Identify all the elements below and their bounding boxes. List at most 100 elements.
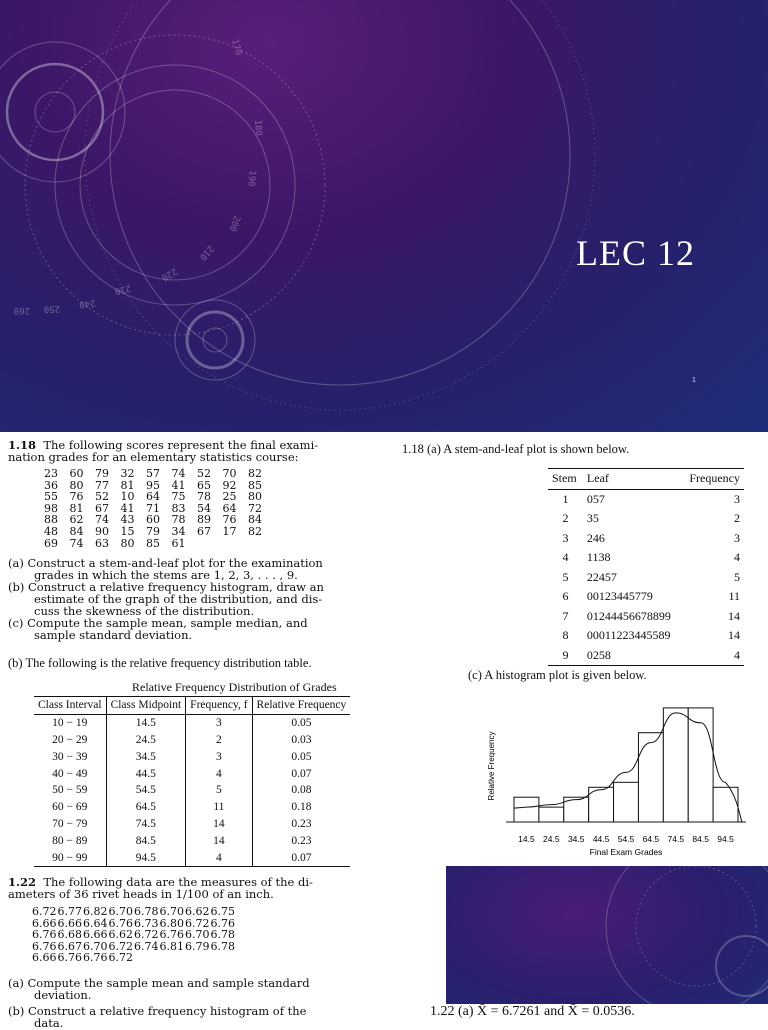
score-cell: 67 bbox=[197, 524, 211, 538]
score-cell: 90 bbox=[95, 524, 109, 538]
table-cell: 0.05 bbox=[291, 750, 312, 763]
table-cell: 70 − 79 bbox=[34, 815, 107, 833]
table-cell: 4 bbox=[185, 849, 253, 867]
answer-b-intro: (b) The following is the relative freque… bbox=[8, 656, 312, 670]
column-header: Stem bbox=[548, 468, 583, 490]
table-row: 4 1138 4 bbox=[548, 548, 744, 568]
table-row: 5 22457 5 bbox=[548, 568, 744, 588]
dial-label: 200 bbox=[227, 214, 242, 233]
x-axis-label: Final Exam Grades bbox=[590, 847, 663, 857]
histogram-chart: 14.5 24.5 34.5 44.5 54.5 64.5 74.5 84.5 94.5 Fina… bbox=[487, 707, 746, 857]
score-cell: 74 bbox=[171, 467, 186, 480]
answer-1-22: 1.22 (a) X̄ = 6.7261 and X̄ = 0.0536. bbox=[426, 1004, 768, 1028]
table-cell: 50 − 59 bbox=[34, 781, 107, 799]
histogram-bar bbox=[687, 707, 714, 823]
slide-background-strip bbox=[446, 866, 768, 1024]
frequency-cell: 3 bbox=[734, 491, 740, 506]
table-cell: 4 bbox=[185, 765, 253, 782]
table-cell: 24.5 bbox=[106, 731, 187, 749]
stem-and-leaf-table: Stem Leaf Frequency 1 057 3 2 35 2 3 246 3 4 1138 4… bbox=[548, 468, 744, 666]
table-cell: 60 − 69 bbox=[34, 798, 107, 816]
table-cell: 14.5 bbox=[106, 714, 187, 732]
table-row: 20 − 29 24.5 2 0.03 bbox=[34, 731, 350, 749]
table-row: 80 − 89 84.5 14 0.23 bbox=[34, 832, 350, 850]
table-row: 23 60 79 32 57 74 52 70 82 bbox=[44, 468, 274, 480]
stem-cell: 3 bbox=[562, 530, 569, 545]
column-header: Class Interval bbox=[34, 696, 107, 715]
score-cell: 82 bbox=[248, 467, 262, 480]
leaf-cell: 35 bbox=[586, 511, 599, 526]
dial-label: 260 bbox=[14, 305, 30, 315]
table-cell: 0.07 bbox=[252, 849, 351, 867]
leaf-cell: 00011223445589 bbox=[586, 628, 671, 643]
problem-1-18: 1.18 The following scores represent the … bbox=[8, 439, 393, 463]
score-cell: 61 bbox=[171, 536, 186, 550]
x-tick-label: 44.5 bbox=[593, 834, 610, 844]
column-header: Leaf bbox=[582, 468, 682, 490]
score-cell: 85 bbox=[146, 536, 160, 550]
table-cell: 0.05 bbox=[291, 717, 312, 730]
decorative-dials-graphic bbox=[605, 866, 768, 1017]
table-row: 70 − 79 74.5 14 0.23 bbox=[34, 815, 350, 833]
leaf-cell: 246 bbox=[586, 530, 605, 545]
histogram-bar bbox=[513, 796, 540, 823]
table-row: 50 − 59 54.5 5 0.08 bbox=[34, 781, 350, 799]
diameter-cell: 6.77 bbox=[57, 905, 83, 918]
score-cell: 79 bbox=[146, 524, 160, 538]
part-c-line: sample standard deviation. bbox=[34, 628, 193, 642]
x-tick-label: 64.5 bbox=[643, 834, 660, 844]
frequency-cell: 5 bbox=[734, 569, 740, 584]
frequency-cell: 4 bbox=[734, 550, 740, 565]
leaf-cell: 1138 bbox=[586, 550, 611, 565]
score-cell: 74 bbox=[69, 536, 84, 550]
stem-cell: 9 bbox=[548, 645, 583, 666]
table-cell: 5 bbox=[185, 781, 253, 799]
table-cell: 90 − 99 bbox=[34, 849, 107, 867]
diameter-cell: 6.62 bbox=[185, 905, 210, 918]
score-cell: 79 bbox=[95, 467, 109, 480]
part-b-line: data. bbox=[34, 1016, 64, 1030]
column-header: Relative Frequency bbox=[252, 696, 351, 715]
table-row: 30 − 39 34.5 3 0.05 bbox=[34, 748, 350, 766]
x-tick-label: 94.5 bbox=[717, 834, 734, 844]
table-row: 69 74 63 80 85 61 bbox=[44, 536, 274, 550]
part-a-line: deviation. bbox=[34, 988, 92, 1002]
table-row: 6.72 6.77 6.82 6.70 6.78 6.70 6.62 6.75 bbox=[32, 906, 236, 918]
column-header: Class Midpoint bbox=[106, 696, 187, 715]
y-axis-label: Relative Frequency bbox=[487, 732, 496, 801]
diameter-cell: 6.78 bbox=[134, 905, 159, 918]
dial-label: 180 bbox=[252, 119, 263, 136]
part-b-line: (b) Construct a relative frequency histo… bbox=[8, 1004, 307, 1018]
diameter-cell: 6.72 bbox=[108, 951, 134, 965]
table-cell: 94.5 bbox=[106, 849, 187, 867]
relative-frequency-table: Class Interval Class Midpoint Frequency,… bbox=[34, 696, 351, 867]
diameter-cell: 6.75 bbox=[210, 905, 236, 918]
table-row: 10 − 19 14.5 3 0.05 bbox=[34, 714, 350, 732]
table-cell: 14 bbox=[185, 815, 253, 833]
problem-1-22-parts: (a) Compute the sample mean and sample s… bbox=[8, 977, 428, 1029]
diameter-cell: 6.76 bbox=[57, 951, 83, 965]
column-header: Frequency, f bbox=[185, 696, 253, 715]
leaf-cell: 00123445779 bbox=[586, 589, 653, 604]
table-row: 1 057 3 bbox=[548, 489, 744, 509]
histogram-bar bbox=[712, 786, 739, 823]
table-row: 90 − 99 94.5 4 0.07 bbox=[34, 849, 351, 867]
histogram-bar bbox=[538, 806, 565, 823]
diameter-cell: 6.66 bbox=[32, 951, 57, 965]
table-cell: 3 bbox=[185, 748, 253, 766]
answer-c-intro: (c) A histogram plot is given below. bbox=[468, 668, 647, 682]
score-cell: 15 bbox=[120, 524, 135, 538]
table-cell: 40 − 49 bbox=[34, 765, 107, 782]
answer-a-intro: 1.18 (a) A stem-and-leaf plot is shown b… bbox=[402, 442, 630, 456]
dial-label: 230 bbox=[114, 282, 132, 296]
leaf-cell: 22457 bbox=[586, 569, 617, 584]
table-row: 40 − 49 44.5 4 0.07 bbox=[34, 765, 350, 782]
problem-statement: ameters of 36 rivet heads in 1/100 of an… bbox=[8, 887, 274, 901]
table-cell: 34.5 bbox=[106, 748, 187, 766]
problem-statement: nation grades for an elementary statisti… bbox=[8, 450, 299, 464]
diameter-cell: 6.70 bbox=[108, 905, 134, 918]
score-cell: 57 bbox=[146, 467, 160, 480]
table-row: 60 − 69 64.5 11 0.18 bbox=[34, 798, 350, 816]
scores-table: 23 60 79 32 57 74 52 70 82 36 80 77 81 95 41 65 92 85 55 76… bbox=[44, 468, 274, 549]
score-cell: 32 bbox=[120, 467, 135, 480]
